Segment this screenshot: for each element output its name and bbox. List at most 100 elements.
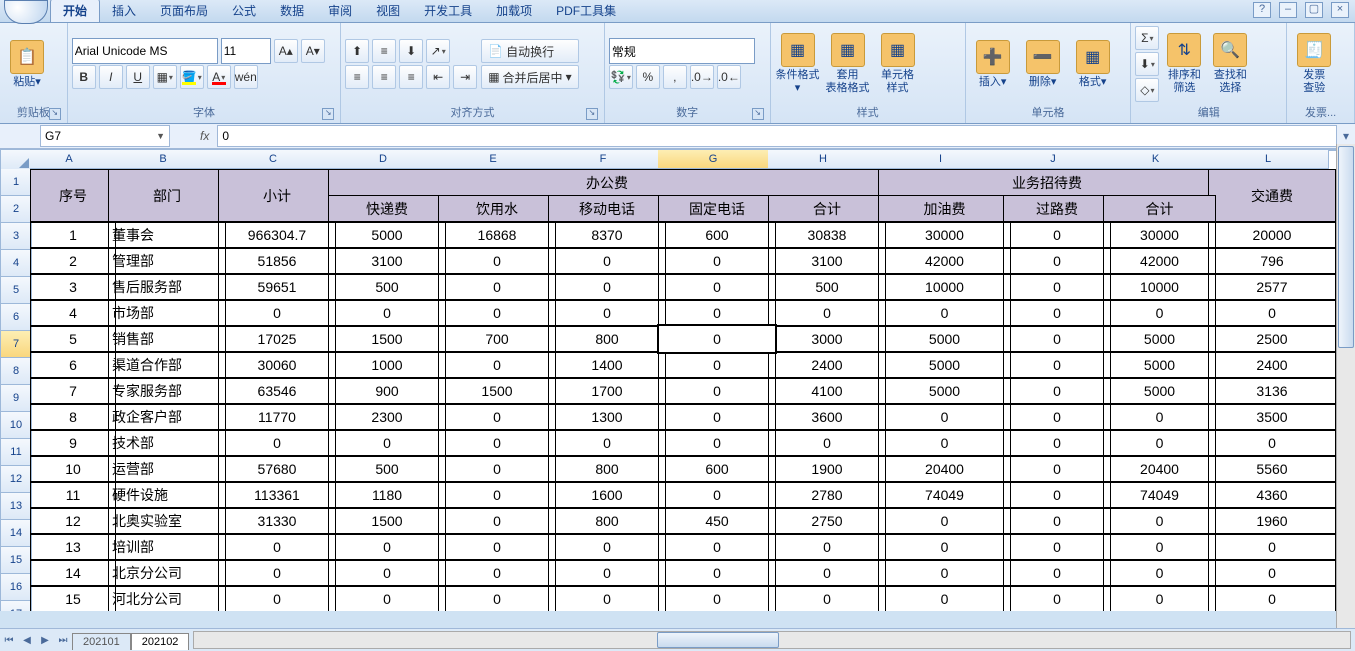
cell-G2[interactable]: 固定电话 bbox=[658, 195, 776, 223]
cell-H4[interactable]: 3100 bbox=[768, 247, 886, 275]
cell-A1[interactable]: 序号 bbox=[30, 169, 116, 223]
percent-button[interactable]: % bbox=[636, 65, 660, 89]
cell-F14[interactable]: 800 bbox=[548, 507, 666, 535]
number-format-combo[interactable] bbox=[609, 38, 755, 64]
font-name-combo[interactable] bbox=[72, 38, 218, 64]
sheet-nav-prev[interactable]: ◀ bbox=[18, 631, 36, 649]
cell-J6[interactable]: 0 bbox=[1003, 299, 1111, 327]
cell-F15[interactable]: 0 bbox=[548, 533, 666, 561]
cell-H14[interactable]: 2750 bbox=[768, 507, 886, 535]
cell-F16[interactable]: 0 bbox=[548, 559, 666, 587]
cell-I14[interactable]: 0 bbox=[878, 507, 1011, 535]
ribbon-tab-2[interactable]: 页面布局 bbox=[148, 0, 220, 22]
cell-J9[interactable]: 0 bbox=[1003, 377, 1111, 405]
cell-C13[interactable]: 113361 bbox=[218, 481, 336, 509]
cell-L1[interactable]: 交通费 bbox=[1208, 169, 1336, 223]
cell-L13[interactable]: 4360 bbox=[1208, 481, 1336, 509]
cell-F10[interactable]: 1300 bbox=[548, 403, 666, 431]
sheet-tab-202102[interactable]: 202102 bbox=[131, 633, 190, 650]
phonetic-button[interactable]: wén bbox=[234, 65, 258, 89]
cell-B10[interactable]: 政企客户部 bbox=[108, 403, 226, 431]
cell-D1[interactable]: 办公费 bbox=[328, 169, 886, 197]
col-header-I[interactable]: I bbox=[878, 149, 1004, 169]
cell-D6[interactable]: 0 bbox=[328, 299, 446, 327]
cell-C4[interactable]: 51856 bbox=[218, 247, 336, 275]
cell-C8[interactable]: 30060 bbox=[218, 351, 336, 379]
cell-I13[interactable]: 74049 bbox=[878, 481, 1011, 509]
cell-J3[interactable]: 0 bbox=[1003, 221, 1111, 249]
cell-D15[interactable]: 0 bbox=[328, 533, 446, 561]
col-header-F[interactable]: F bbox=[548, 149, 659, 169]
cell-H15[interactable]: 0 bbox=[768, 533, 886, 561]
orientation-button[interactable]: ↗ bbox=[426, 39, 450, 63]
cell-L12[interactable]: 5560 bbox=[1208, 455, 1336, 483]
cell-B13[interactable]: 硬件设施 bbox=[108, 481, 226, 509]
cell-D4[interactable]: 3100 bbox=[328, 247, 446, 275]
cell-D3[interactable]: 5000 bbox=[328, 221, 446, 249]
cell-C11[interactable]: 0 bbox=[218, 429, 336, 457]
font-color-button[interactable]: A bbox=[207, 65, 231, 89]
cell-B15[interactable]: 培训部 bbox=[108, 533, 226, 561]
cell-E3[interactable]: 16868 bbox=[438, 221, 556, 249]
cell-J10[interactable]: 0 bbox=[1003, 403, 1111, 431]
align-bottom-button[interactable]: ⬇ bbox=[399, 39, 423, 63]
cell-G3[interactable]: 600 bbox=[658, 221, 776, 249]
row-header-15[interactable]: 15 bbox=[0, 547, 32, 574]
cell-A10[interactable]: 8 bbox=[30, 403, 116, 431]
cell-D11[interactable]: 0 bbox=[328, 429, 446, 457]
cell-D5[interactable]: 500 bbox=[328, 273, 446, 301]
cell-I10[interactable]: 0 bbox=[878, 403, 1011, 431]
fx-icon[interactable]: fx bbox=[200, 129, 209, 143]
col-header-K[interactable]: K bbox=[1103, 149, 1209, 169]
accounting-format-button[interactable]: 💱 bbox=[609, 65, 633, 89]
cell-D17[interactable]: 0 bbox=[328, 585, 446, 611]
cell-D14[interactable]: 1500 bbox=[328, 507, 446, 535]
cell-H16[interactable]: 0 bbox=[768, 559, 886, 587]
cell-K5[interactable]: 10000 bbox=[1103, 273, 1216, 301]
row-header-6[interactable]: 6 bbox=[0, 304, 32, 331]
cell-J8[interactable]: 0 bbox=[1003, 351, 1111, 379]
cell-E6[interactable]: 0 bbox=[438, 299, 556, 327]
cell-A14[interactable]: 12 bbox=[30, 507, 116, 535]
cell-L7[interactable]: 2500 bbox=[1208, 325, 1336, 353]
cell-J2[interactable]: 过路费 bbox=[1003, 195, 1111, 223]
cell-A17[interactable]: 15 bbox=[30, 585, 116, 611]
align-right-button[interactable]: ≡ bbox=[399, 65, 423, 89]
cell-K3[interactable]: 30000 bbox=[1103, 221, 1216, 249]
cell-B9[interactable]: 专家服务部 bbox=[108, 377, 226, 405]
cell-C3[interactable]: 966304.7 bbox=[218, 221, 336, 249]
conditional-format-button[interactable]: ▦条件格式▾ bbox=[775, 28, 821, 100]
cell-L6[interactable]: 0 bbox=[1208, 299, 1336, 327]
cell-I3[interactable]: 30000 bbox=[878, 221, 1011, 249]
ribbon-tab-5[interactable]: 审阅 bbox=[316, 0, 364, 22]
ribbon-help-icon[interactable]: ? bbox=[1253, 2, 1271, 18]
cell-H5[interactable]: 500 bbox=[768, 273, 886, 301]
cell-L11[interactable]: 0 bbox=[1208, 429, 1336, 457]
cell-D2[interactable]: 快递费 bbox=[328, 195, 446, 223]
cell-I4[interactable]: 42000 bbox=[878, 247, 1011, 275]
cell-F3[interactable]: 8370 bbox=[548, 221, 666, 249]
row-header-4[interactable]: 4 bbox=[0, 250, 32, 277]
cell-C1[interactable]: 小计 bbox=[218, 169, 336, 223]
cell-A8[interactable]: 6 bbox=[30, 351, 116, 379]
row-header-8[interactable]: 8 bbox=[0, 358, 32, 385]
cell-G7[interactable]: 0 bbox=[658, 325, 776, 353]
ribbon-tab-7[interactable]: 开发工具 bbox=[412, 0, 484, 22]
spreadsheet-grid[interactable]: ABCDEFGHIJKL 1234567891011121314151617 序… bbox=[0, 149, 1355, 611]
cell-J13[interactable]: 0 bbox=[1003, 481, 1111, 509]
cell-L17[interactable]: 0 bbox=[1208, 585, 1336, 611]
cell-E7[interactable]: 700 bbox=[438, 325, 556, 353]
cell-E14[interactable]: 0 bbox=[438, 507, 556, 535]
formula-input[interactable]: 0 bbox=[217, 125, 1337, 147]
cell-C14[interactable]: 31330 bbox=[218, 507, 336, 535]
cell-D10[interactable]: 2300 bbox=[328, 403, 446, 431]
cell-K11[interactable]: 0 bbox=[1103, 429, 1216, 457]
cell-I16[interactable]: 0 bbox=[878, 559, 1011, 587]
align-left-button[interactable]: ≡ bbox=[345, 65, 369, 89]
col-header-J[interactable]: J bbox=[1003, 149, 1104, 169]
cell-H10[interactable]: 3600 bbox=[768, 403, 886, 431]
cell-A13[interactable]: 11 bbox=[30, 481, 116, 509]
format-as-table-button[interactable]: ▦套用 表格格式 bbox=[825, 28, 871, 100]
ribbon-tab-3[interactable]: 公式 bbox=[220, 0, 268, 22]
cell-G4[interactable]: 0 bbox=[658, 247, 776, 275]
